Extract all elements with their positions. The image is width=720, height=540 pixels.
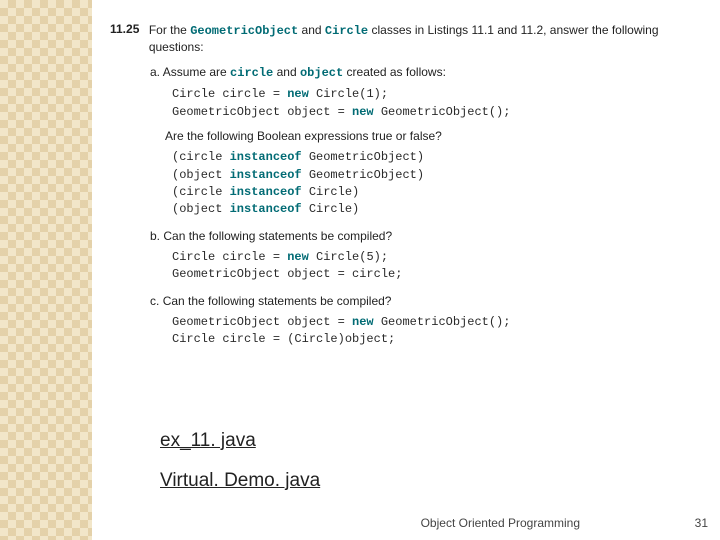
keyword-new: new <box>287 87 309 101</box>
keyword-instanceof: instanceof <box>230 202 302 216</box>
code-text: GeometricObject) <box>302 150 424 164</box>
code-text: Circle) <box>302 202 360 216</box>
keyword-geometricobject: GeometricObject <box>190 24 298 38</box>
code-text: GeometricObject(); <box>374 315 511 329</box>
part-a-label: a. <box>150 65 160 79</box>
intro-mid: and <box>298 23 325 37</box>
pa-post: created as follows: <box>343 65 446 79</box>
code-text: (circle <box>172 150 230 164</box>
code-text: Circle(5); <box>309 250 388 264</box>
code-text: GeometricObject) <box>302 168 424 182</box>
part-a-question: Are the following Boolean expressions tr… <box>165 129 700 143</box>
code-line: GeometricObject object = circle; <box>172 266 700 283</box>
part-c-text: Can the following statements be compiled… <box>163 294 392 308</box>
part-b-code: Circle circle = new Circle(5); Geometric… <box>172 249 700 284</box>
keyword-instanceof: instanceof <box>230 150 302 164</box>
pa-kw1: circle <box>230 66 273 80</box>
code-text: (circle <box>172 185 230 199</box>
code-text: GeometricObject object = <box>172 105 352 119</box>
part-c-label: c. <box>150 294 159 308</box>
code-text: Circle circle = <box>172 250 287 264</box>
slide: 11.25 For the GeometricObject and Circle… <box>0 0 720 540</box>
pa-mid: and <box>273 65 300 79</box>
code-text: Circle) <box>302 185 360 199</box>
keyword-instanceof: instanceof <box>230 168 302 182</box>
intro-pre: For the <box>149 23 190 37</box>
part-a-text: Assume are circle and object created as … <box>163 65 446 79</box>
pa-pre: Assume are <box>163 65 230 79</box>
side-pattern <box>0 0 92 540</box>
exercise-number: 11.25 <box>110 22 149 36</box>
part-a: a. Assume are circle and object created … <box>150 65 700 80</box>
links-area: ex_11. java Virtual. Demo. java <box>160 430 320 510</box>
code-text: Circle(1); <box>309 87 388 101</box>
part-a-exprs: (circle instanceof GeometricObject) (obj… <box>172 149 700 219</box>
part-c-code: GeometricObject object = new GeometricOb… <box>172 314 700 349</box>
part-b-text: Can the following statements be compiled… <box>163 229 392 243</box>
code-text: (object <box>172 168 230 182</box>
content-area: 11.25 For the GeometricObject and Circle… <box>110 22 700 348</box>
code-line: Circle circle = (Circle)object; <box>172 331 700 348</box>
code-text: GeometricObject(); <box>374 105 511 119</box>
link-virtualdemo[interactable]: Virtual. Demo. java <box>160 470 320 492</box>
footer-text: Object Oriented Programming <box>421 516 580 530</box>
keyword-circle: Circle <box>325 24 368 38</box>
part-a-code1: Circle circle = new Circle(1); Geometric… <box>172 86 700 121</box>
keyword-new: new <box>352 105 374 119</box>
keyword-instanceof: instanceof <box>230 185 302 199</box>
part-b: b. Can the following statements be compi… <box>150 229 700 243</box>
code-text: (object <box>172 202 230 216</box>
link-ex11[interactable]: ex_11. java <box>160 430 320 452</box>
part-b-label: b. <box>150 229 160 243</box>
pa-kw2: object <box>300 66 343 80</box>
page-number: 31 <box>695 516 708 530</box>
exercise-header: 11.25 For the GeometricObject and Circle… <box>110 22 700 55</box>
code-text: Circle circle = <box>172 87 287 101</box>
exercise-intro: For the GeometricObject and Circle class… <box>149 22 700 55</box>
keyword-new: new <box>287 250 309 264</box>
code-text: GeometricObject object = <box>172 315 352 329</box>
part-c: c. Can the following statements be compi… <box>150 294 700 308</box>
keyword-new: new <box>352 315 374 329</box>
